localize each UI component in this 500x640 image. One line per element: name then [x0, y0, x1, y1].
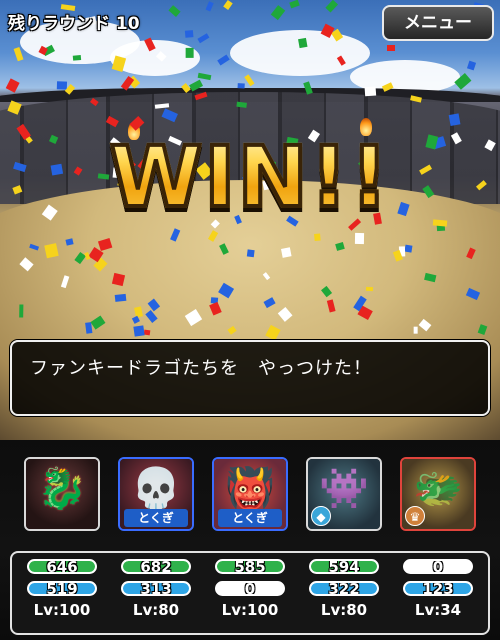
party-stats-2: 682 313 Lv:80 [121, 556, 191, 619]
confetti-piece [467, 61, 477, 71]
confetti-piece [5, 78, 20, 94]
confetti-piece [114, 293, 127, 302]
confetti-piece [44, 243, 59, 259]
hp-bar: 0 [403, 559, 473, 574]
level-label: Lv:100 [221, 601, 279, 619]
cloud [230, 30, 370, 76]
hp-value: 0 [432, 559, 444, 574]
mp-value: 519 [46, 581, 78, 596]
mp-value: 322 [328, 581, 360, 596]
battle-message-window[interactable]: ファンキードラゴたちを やっつけた！ [10, 340, 490, 416]
confetti-piece [18, 304, 24, 318]
skill-tag: とくぎ [218, 509, 282, 527]
hp-bar: 585 [215, 559, 285, 574]
hp-bar: 682 [121, 559, 191, 574]
level-label: Lv:80 [320, 601, 368, 619]
hp-value: 585 [234, 559, 266, 574]
mp-bar: 123 [403, 581, 473, 596]
confetti-piece [133, 325, 145, 337]
confetti-piece [387, 45, 396, 52]
skill-tag: とくぎ [124, 509, 188, 527]
confetti-piece [244, 73, 255, 86]
teal-beast-icon: 👾 [319, 466, 369, 512]
battle-screen: WIN!! 残りラウンド 10 メニュー ファンキードラゴたちを やっつけた！ … [0, 0, 500, 640]
confetti-piece [270, 4, 285, 21]
confetti-piece [355, 232, 365, 244]
party-portrait-5[interactable]: 🐲 ♛ [400, 457, 476, 531]
confetti-piece [186, 47, 194, 58]
confetti-piece [288, 0, 300, 9]
mp-bar: 0 [215, 581, 285, 596]
demon-bishop-icon: 👹 [225, 466, 275, 512]
confetti-piece [185, 29, 194, 38]
confetti-piece [281, 247, 292, 258]
diamond-icon: ◆ [311, 506, 331, 526]
party-stats-4: 594 322 Lv:80 [309, 556, 379, 619]
mp-bar: 519 [27, 581, 97, 596]
black-dragon-icon: 🐉 [37, 466, 87, 512]
menu-button[interactable]: メニュー [382, 5, 494, 41]
hp-value: 594 [328, 559, 360, 574]
confetti-piece [197, 33, 210, 44]
party-portrait-1[interactable]: 🐉 [24, 457, 100, 531]
confetti-piece [168, 5, 181, 17]
level-label: Lv:100 [33, 601, 91, 619]
mp-value: 123 [422, 581, 454, 596]
armored-beast-icon: 💀 [131, 466, 181, 512]
level-label: Lv:80 [132, 601, 180, 619]
confetti-piece [237, 82, 245, 89]
confetti-piece [56, 80, 67, 90]
battle-message-text: ファンキードラゴたちを やっつけた！ [30, 358, 372, 379]
party-portrait-3[interactable]: 👹 とくぎ [212, 457, 288, 531]
crown-icon: ♛ [405, 506, 425, 526]
confetti-piece [217, 54, 230, 66]
confetti-piece [325, 0, 338, 13]
confetti-piece [314, 233, 322, 241]
hp-bar: 594 [309, 559, 379, 574]
confetti-piece [65, 238, 73, 246]
party-stats-5: 0 123 Lv:34 [403, 556, 473, 619]
party-portrait-2[interactable]: 💀 とくぎ [118, 457, 194, 531]
hp-value: 682 [140, 559, 172, 574]
confetti-piece [143, 329, 151, 336]
level-label: Lv:34 [414, 601, 462, 619]
party-stats-1: 646 519 Lv:100 [27, 556, 97, 619]
mp-value: 313 [140, 581, 172, 596]
party-portrait-4[interactable]: 👾 ◆ [306, 457, 382, 531]
confetti-piece [364, 86, 377, 97]
hp-bar: 646 [27, 559, 97, 574]
party-stats-3: 585 0 Lv:100 [215, 556, 285, 619]
remaining-rounds-label: 残りラウンド 10 [8, 14, 140, 34]
win-banner: WIN!! [0, 126, 500, 228]
confetti-piece [414, 326, 419, 334]
mp-value: 0 [244, 581, 256, 596]
confetti-piece [448, 113, 461, 127]
mp-bar: 322 [309, 581, 379, 596]
confetti-piece [236, 101, 247, 108]
confetti-piece [13, 46, 24, 62]
hp-value: 646 [46, 559, 78, 574]
confetti-piece [205, 1, 214, 12]
mp-bar: 313 [121, 581, 191, 596]
confetti-piece [365, 286, 373, 291]
confetti-piece [222, 0, 233, 11]
fallen-warrior-icon: 🐲 [413, 466, 463, 512]
confetti-piece [72, 54, 81, 61]
